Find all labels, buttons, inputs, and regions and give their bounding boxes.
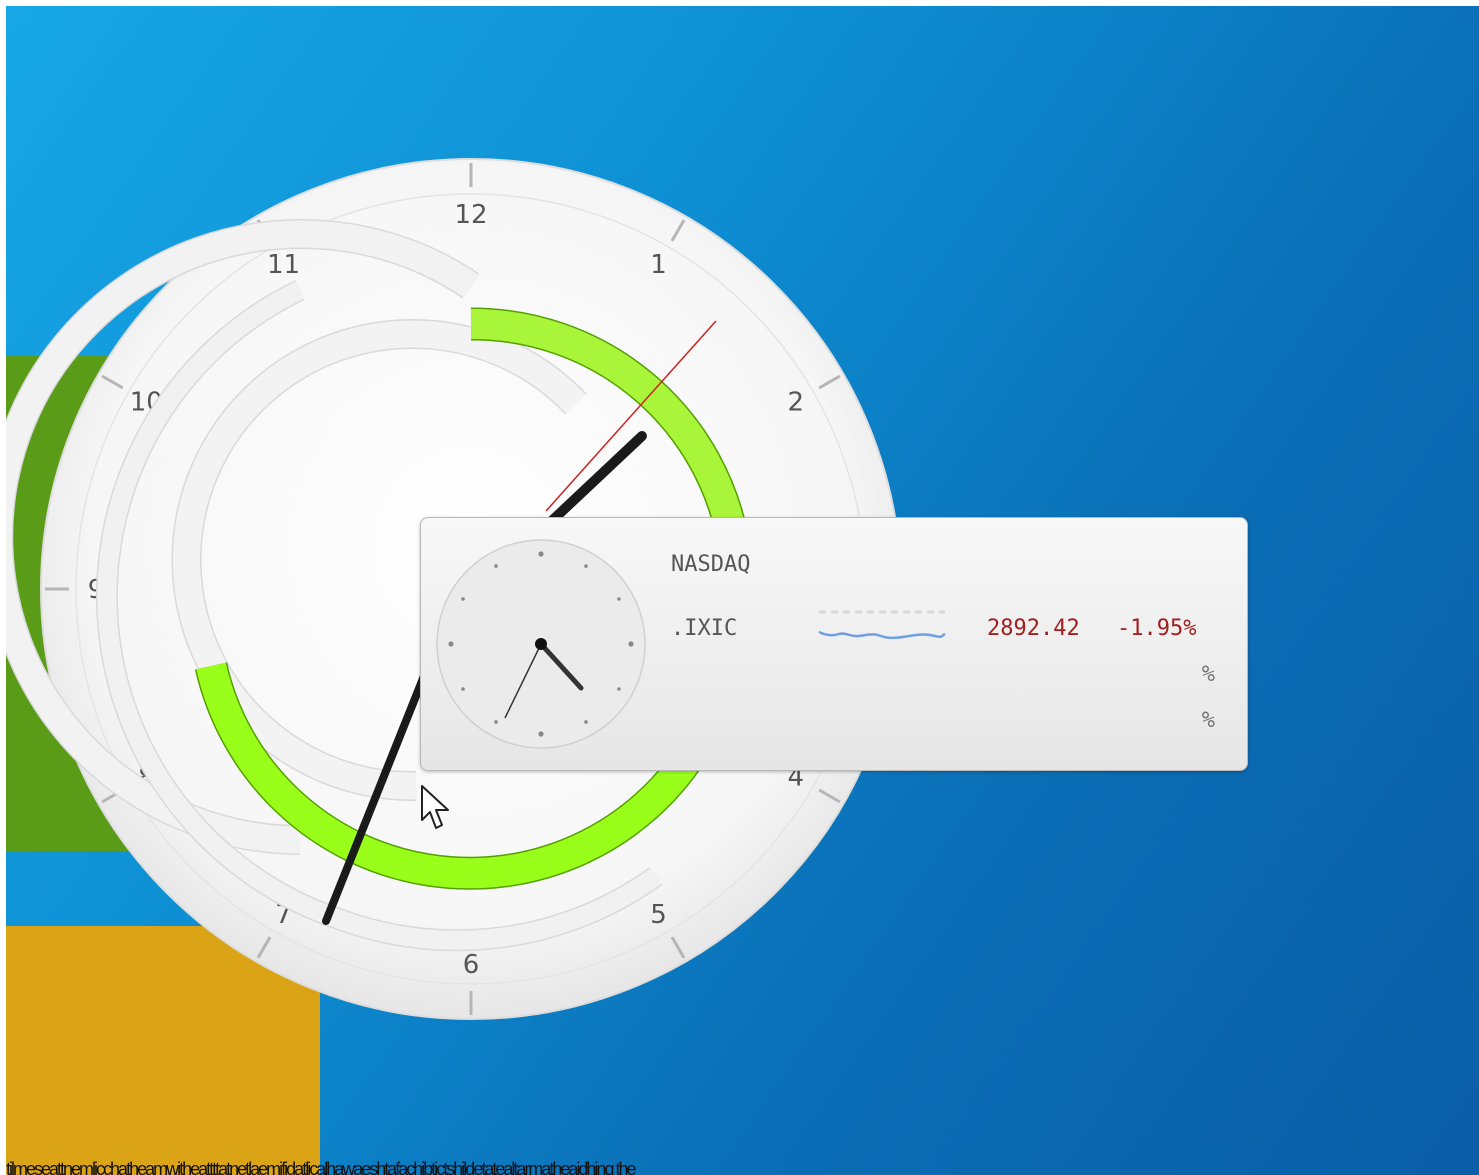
hour-numeral: 1 (650, 250, 667, 280)
index-name: NASDAQ (671, 552, 751, 577)
index-price: 2892.42 (987, 616, 1080, 641)
mini-tick (461, 687, 465, 691)
mini-tick (617, 687, 621, 691)
mini-tick (538, 551, 544, 557)
mini-tick (538, 731, 544, 737)
hour-numeral: 2 (787, 388, 804, 418)
pct-placeholder-2: % (1201, 708, 1215, 733)
mini-clock (436, 539, 646, 749)
mini-tick (448, 641, 454, 647)
mini-tick (461, 597, 465, 601)
stock-tooltip: NASDAQ .IXIC 2892.42 -1.95% % % (420, 517, 1248, 771)
hour-numeral: 12 (454, 200, 487, 230)
pct-placeholder-1: % (1201, 662, 1215, 687)
desktop: 121234567891011 NASDAQ .IXIC (6, 6, 1479, 1175)
mini-tick (617, 597, 621, 601)
mini-clock-center (535, 638, 547, 650)
mini-tick (494, 720, 498, 724)
index-change: -1.95% (1117, 616, 1197, 641)
mini-tick (494, 564, 498, 568)
sparkline (818, 610, 946, 640)
mini-tick (584, 564, 588, 568)
mini-tick (628, 641, 634, 647)
mouse-cursor-icon (421, 785, 449, 829)
ticker-symbol: .IXIC (671, 616, 738, 641)
hour-numeral: 11 (267, 250, 300, 280)
hour-numeral: 6 (463, 950, 480, 980)
caption-text: tilmeseattnemlicchatheamwitheattttatnetl… (6, 1160, 636, 1175)
mini-tick (584, 720, 588, 724)
hour-numeral: 5 (650, 900, 667, 930)
